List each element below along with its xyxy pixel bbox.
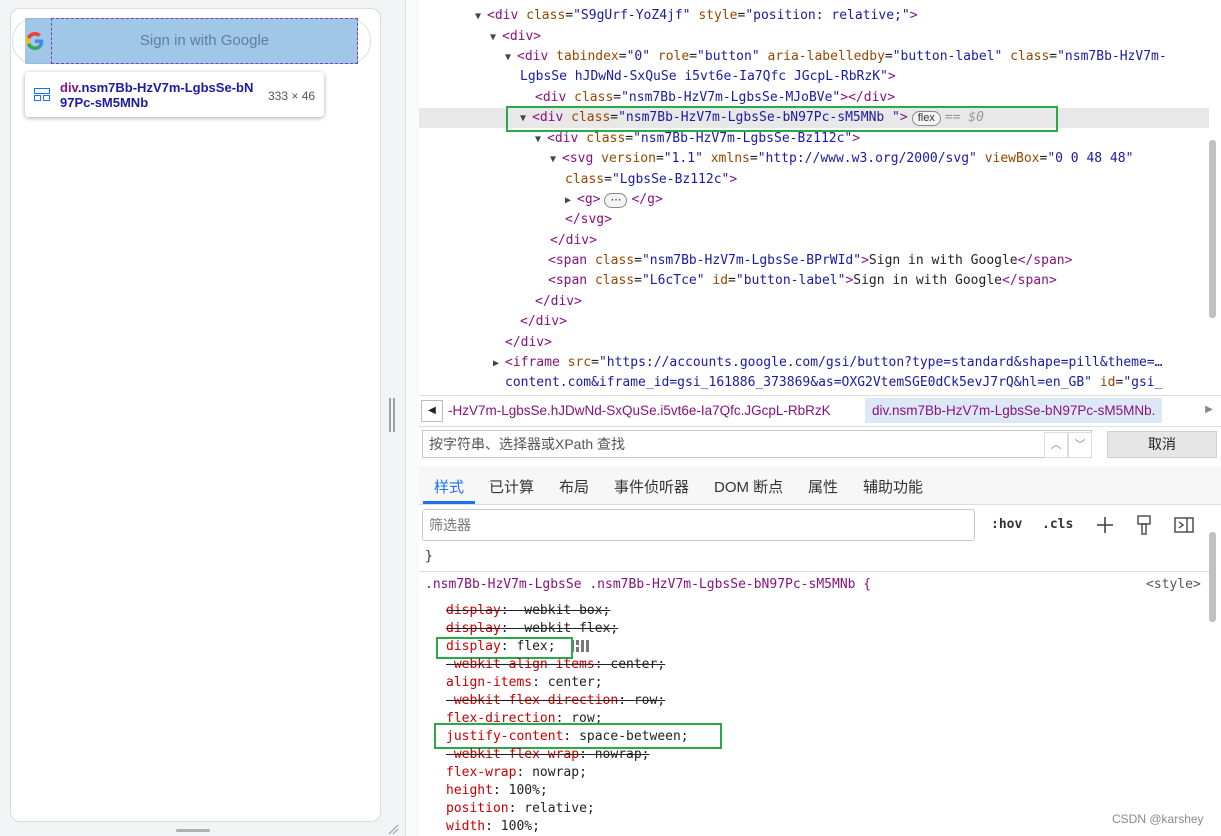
dom-tree-panel: ••• ▼<div class="S9gUrf-YoZ4jf" style="p… <box>419 0 1221 392</box>
inspect-tooltip: div.nsm7Bb-HzV7m-LgbsSe-bN 97Pc-sM5MNb 3… <box>25 72 324 117</box>
dom-node-row[interactable]: <span class="L6cTce" id="button-label">S… <box>548 271 1057 291</box>
dom-node-row[interactable]: ▼ <svg version="1.1" xmlns="http://www.w3… <box>550 149 1133 169</box>
corner-resize-icon[interactable] <box>387 823 399 835</box>
dom-node-row[interactable]: <div class="nsm7Bb-HzV7m-LgbsSe-MJoBVe">… <box>535 88 895 108</box>
dom-search-bar: 按字符串、选择器或XPath 查找 ︿ ﹀ 取消 <box>419 428 1221 462</box>
chevron-left-icon[interactable]: ◀ <box>421 400 443 422</box>
dom-node-row[interactable]: </svg> <box>565 210 612 230</box>
toggle-sidebar-icon[interactable] <box>1174 517 1194 533</box>
tab-event-listeners[interactable]: 事件侦听器 <box>614 476 689 497</box>
watermark: CSDN @karshey <box>1112 812 1204 826</box>
dom-node-row[interactable]: ▼ <div tabindex="0" role="button" aria-la… <box>505 47 1167 67</box>
dom-node-row[interactable]: ▼ <div class="nsm7Bb-HzV7m-LgbsSe-Bz112c"… <box>535 129 860 149</box>
dom-scrollbar[interactable] <box>1209 140 1216 318</box>
breadcrumb-item-selected[interactable]: div.nsm7Bb-HzV7m-LgbsSe-bN97Pc-sM5MNb. <box>865 398 1163 423</box>
tab-layout[interactable]: 布局 <box>559 476 589 497</box>
breadcrumb: ◀ -HzV7m-LgbsSe.hJDwNd-SxQuSe.i5vt6e-Ia7… <box>419 395 1221 427</box>
tab-properties[interactable]: 属性 <box>808 476 838 497</box>
css-declaration[interactable]: height: 100%; <box>446 782 548 800</box>
dom-node-row[interactable]: ▶ <iframe src="https://accounts.google.co… <box>493 353 1162 373</box>
page-viewport <box>10 8 381 822</box>
paint-brush-icon[interactable] <box>1135 515 1153 535</box>
tooltip-class-part2: 97Pc-sM5MNb <box>60 95 149 110</box>
rule-divider <box>419 571 1209 572</box>
styles-filter-input[interactable]: 筛选器 <box>422 509 975 541</box>
tab-accessibility[interactable]: 辅助功能 <box>863 476 923 497</box>
css-declaration[interactable]: display: -webkit-box; <box>446 602 610 620</box>
dom-node-row[interactable]: ▼ <div class="S9gUrf-YoZ4jf" style="posit… <box>475 6 918 26</box>
collapsed-children-icon[interactable]: ⋯ <box>604 193 628 208</box>
dom-node-row[interactable]: </div> <box>505 333 552 353</box>
panel-splitter-handle[interactable] <box>389 398 397 432</box>
breadcrumb-item[interactable]: -HzV7m-LgbsSe.hJDwNd-SxQuSe.i5vt6e-Ia7Qf… <box>448 403 831 418</box>
flex-container-icon <box>34 88 50 101</box>
device-resize-handle[interactable] <box>176 829 210 832</box>
dom-node-row[interactable]: ▶ <g> ⋯ </g> <box>565 190 663 210</box>
tab-computed[interactable]: 已计算 <box>489 476 534 497</box>
dom-search-input[interactable]: 按字符串、选择器或XPath 查找 <box>422 430 1092 458</box>
cancel-button[interactable]: 取消 <box>1107 431 1217 458</box>
rule-selector[interactable]: .nsm7Bb-HzV7m-LgbsSe .nsm7Bb-HzV7m-LgbsS… <box>425 577 871 592</box>
dom-node-row[interactable]: </div> <box>550 231 597 251</box>
chevron-right-icon[interactable]: ▶ <box>1199 400 1219 420</box>
google-button-label: Sign in with Google <box>139 32 270 49</box>
css-declaration[interactable]: -webkit-flex-wrap: nowrap; <box>446 746 650 764</box>
dom-node-row[interactable]: </div> <box>535 292 582 312</box>
active-tab-indicator <box>423 501 475 504</box>
flexbox-editor-icon[interactable] <box>570 638 590 654</box>
page-preview: Sign in with Google div.nsm7Bb-HzV7m-Lgb… <box>0 0 405 836</box>
css-declaration[interactable]: position: relative; <box>446 800 595 818</box>
sidebar-tabs: 样式 已计算 布局 事件侦听器 DOM 断点 属性 辅助功能 <box>419 466 1221 505</box>
css-declaration[interactable]: -webkit-align-items: center; <box>446 656 665 674</box>
styles-pane: 筛选器 :hov .cls } .nsm7Bb-HzV7m-LgbsSe .ns… <box>419 505 1221 836</box>
cls-toggle[interactable]: .cls <box>1042 517 1073 532</box>
plus-icon[interactable] <box>1095 515 1115 535</box>
dom-node-row-cont: LgbsSe hJDwNd-SxQuSe i5vt6e-Ia7Qfc JGcpL… <box>520 69 896 84</box>
css-declaration[interactable]: -webkit-flex-direction: row; <box>446 692 665 710</box>
tooltip-size: 333 × 46 <box>268 89 316 103</box>
rule-origin-link[interactable]: <style> <box>1146 577 1201 592</box>
dom-node-row-cont: content.com&iframe_id=gsi_161886_373869&… <box>505 375 1163 390</box>
chevron-up-icon[interactable]: ︿ <box>1044 432 1068 458</box>
css-declaration[interactable]: width: 100%; <box>446 818 540 836</box>
css-declaration[interactable]: align-items: center; <box>446 674 603 692</box>
tooltip-class-part1: .nsm7Bb-HzV7m-LgbsSe-bN <box>77 80 254 95</box>
tab-dom-breakpoints[interactable]: DOM 断点 <box>714 476 783 497</box>
dom-node-row[interactable]: </div> <box>520 312 567 332</box>
css-declaration[interactable]: display: -webkit-flex; <box>446 620 618 638</box>
google-g-icon <box>26 32 44 50</box>
dom-node-row-cont: class="LgbsSe-Bz112c"> <box>565 172 738 187</box>
tooltip-tag: div <box>60 80 78 95</box>
rule-close-brace: } <box>425 549 433 564</box>
tooltip-selector: div.nsm7Bb-HzV7m-LgbsSe-bN 97Pc-sM5MNb <box>60 80 260 110</box>
dom-node-row[interactable]: <span class="nsm7Bb-HzV7m-LgbsSe-BPrWId"… <box>548 251 1072 271</box>
styles-scrollbar[interactable] <box>1209 532 1216 622</box>
hov-toggle[interactable]: :hov <box>991 517 1022 532</box>
css-declaration[interactable]: flex-wrap: nowrap; <box>446 764 587 782</box>
tab-styles[interactable]: 样式 <box>434 476 464 497</box>
dom-node-row[interactable]: ▼ <div> <box>490 27 541 47</box>
panel-splitter[interactable] <box>405 0 420 836</box>
chevron-down-icon[interactable]: ﹀ <box>1068 432 1092 458</box>
